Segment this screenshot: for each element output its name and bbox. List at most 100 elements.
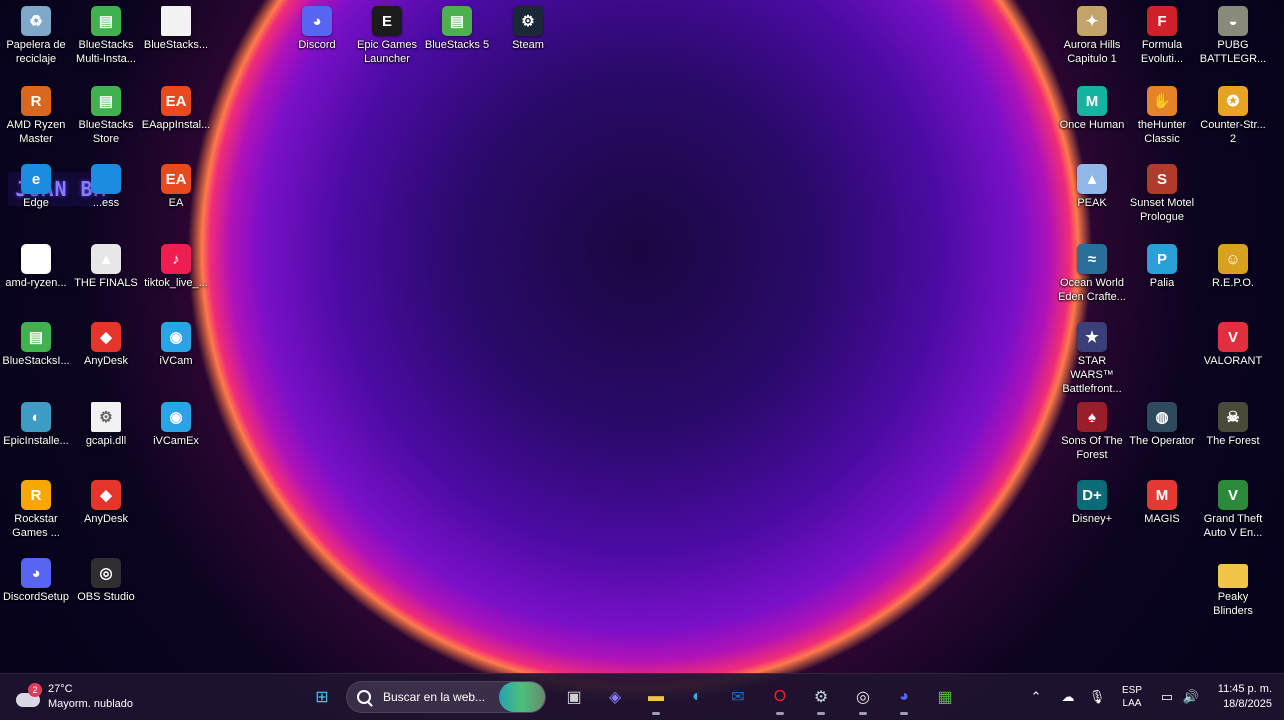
desktop-icon-label: OBS Studio [77, 591, 135, 603]
desktop-icon[interactable]: ♻ Papelera de reciclaje [0, 6, 72, 66]
clock[interactable]: 11:45 p. m. 18/8/2025 [1208, 682, 1272, 712]
installer-icon: ◐ [21, 402, 51, 432]
desktop-icon[interactable]: ▤ BlueStacks Multi-Insta... [70, 6, 142, 66]
desktop-icon[interactable]: E Epic Games Launcher [351, 6, 423, 66]
desktop-icon[interactable]: ◎ OBS Studio [70, 558, 142, 604]
network-icon[interactable]: ▭ [1158, 682, 1176, 712]
desktop-icon[interactable]: ☠ The Forest [1197, 402, 1269, 448]
desktop-icon[interactable]: ★ STAR WARS™ Battlefront... [1056, 322, 1128, 396]
taskbar-obs[interactable]: ◎ [847, 681, 879, 715]
desktop-icon[interactable]: F Formula Evoluti... [1126, 6, 1198, 66]
desktop-icon[interactable]: ♠ Sons Of The Forest [1056, 402, 1128, 462]
desktop-icon[interactable]: ◕ DiscordSetup [0, 558, 72, 604]
weather-widget[interactable]: 2 27°C Mayorm. nublado [14, 680, 133, 714]
desktop-icon[interactable]: ⚙ Steam [492, 6, 564, 52]
desktop-icon[interactable]: ◐ EpicInstalle... [0, 402, 72, 448]
taskbar-minecraft[interactable]: ▦ [929, 681, 961, 713]
disney-plus-icon: D+ [1077, 480, 1107, 510]
desktop-icon[interactable]: ▤ BlueStacks 5 [421, 6, 493, 52]
taskbar-steam[interactable]: ⚙ [805, 681, 837, 715]
desktop-icon[interactable]: ◍ The Operator [1126, 402, 1198, 448]
desktop-icon[interactable]: ▤ BlueStacks Store [70, 86, 142, 146]
steam-icon: ⚙ [813, 689, 829, 706]
desktop-icon[interactable]: ▤ BlueStacksI... [0, 322, 72, 368]
desktop-icon[interactable]: ✪ Counter-Str... 2 [1197, 86, 1269, 146]
desktop-icon-label: tiktok_live_... [144, 277, 208, 289]
desktop-icon-label: Counter-Str... 2 [1200, 119, 1266, 145]
anydesk-icon: ◆ [91, 480, 121, 510]
desktop-icon-label: AMD Ryzen Master [6, 119, 66, 145]
desktop-icon-label: EA [168, 197, 184, 209]
file-icon [161, 6, 191, 36]
desktop-icon[interactable]: ✦ Aurora Hills Capitulo 1 [1056, 6, 1128, 66]
taskbar-opera[interactable]: O [764, 681, 796, 715]
microphone-icon[interactable]: 🎙 [1088, 682, 1106, 712]
desktop-icon-label: amd-ryzen... [5, 277, 67, 289]
volume-icon[interactable]: 🔊 [1181, 682, 1201, 712]
discord-icon: ◕ [302, 6, 332, 36]
desktop-icon[interactable]: ▲ PEAK [1056, 164, 1128, 210]
valorant-icon: V [1218, 322, 1248, 352]
desktop-icon-label: THE FINALS [74, 277, 138, 289]
desktop-icon[interactable]: ▲ THE FINALS [70, 244, 142, 290]
cloud-off-icon[interactable]: ☁ [1058, 682, 1078, 712]
taskbar-file-explorer[interactable]: ▬ [640, 681, 672, 715]
desktop-icon[interactable]: EA EA [140, 164, 212, 210]
desktop-icon[interactable]: P Palia [1126, 244, 1198, 290]
taskbar-edge[interactable]: ◐ [681, 681, 713, 713]
search-input[interactable] [381, 689, 505, 705]
desktop-icon-label: iVCamEx [153, 435, 199, 447]
desktop-icon[interactable]: M MAGIS [1126, 480, 1198, 526]
desktop-icon[interactable]: V VALORANT [1197, 322, 1269, 368]
weather-badge: 2 [28, 683, 42, 697]
show-hidden-icons-chevron-up-icon[interactable]: ⌃ [1028, 682, 1044, 712]
desktop-icon[interactable]: R AMD Ryzen Master [0, 86, 72, 146]
desktop-icon[interactable]: ◆ AnyDesk [70, 480, 142, 526]
outlook-icon: ✉ [731, 689, 745, 706]
desktop-icon[interactable]: BlueStacks... [140, 6, 212, 52]
desktop-icon[interactable]: ...ess [70, 164, 142, 210]
taskbar-outlook[interactable]: ✉ [722, 681, 754, 713]
desktop-icon[interactable]: Peaky Blinders [1197, 558, 1269, 618]
desktop-icon-label: gcapi.dll [85, 435, 127, 447]
search-box[interactable] [346, 681, 546, 713]
desktop-icon[interactable]: ◕ Discord [281, 6, 353, 52]
game-icon: ▲ [1077, 164, 1107, 194]
search-icon [357, 690, 371, 704]
desktop-icon[interactable]: D+ Disney+ [1056, 480, 1128, 526]
desktop-icon[interactable]: ◉ iVCam [140, 322, 212, 368]
desktop-icon[interactable]: e Edge [0, 164, 72, 210]
desktop-icon[interactable]: R Rockstar Games ... [0, 480, 72, 540]
desktop-icon-label: PEAK [1077, 197, 1107, 209]
desktop-icon[interactable]: ☺ R.E.P.O. [1197, 244, 1269, 290]
desktop-icon[interactable]: ✋ theHunter Classic [1126, 86, 1198, 146]
desktop-icon[interactable]: ⚙ gcapi.dll [70, 402, 142, 448]
language-indicator[interactable]: ESP LAA [1116, 682, 1148, 712]
desktop-icon[interactable]: ◣ amd-ryzen... [0, 244, 72, 290]
desktop-icon[interactable]: EA EAappInstal... [140, 86, 212, 132]
windows-start-icon: ⊞ [315, 689, 329, 706]
desktop-icon[interactable]: S Sunset Motel Prologue [1126, 164, 1198, 224]
desktop-icon[interactable]: ◉ iVCamEx [140, 402, 212, 448]
desktop-icon-label: BlueStacks Store [78, 119, 134, 145]
desktop-icon-label: BlueStacksI... [2, 355, 70, 367]
desktop-icon[interactable]: ≈ Ocean World Eden Crafte... [1056, 244, 1128, 304]
taskbar-discord[interactable]: ◕ [888, 681, 920, 715]
desktop-icon-label: Edge [23, 197, 49, 209]
desktop-icon-label: BlueStacks Multi-Insta... [76, 39, 136, 65]
taskbar-file-explorer-gray[interactable]: ▣ [558, 681, 590, 713]
obs-icon: ◎ [91, 558, 121, 588]
desktop-icon[interactable]: M Once Human [1056, 86, 1128, 132]
edge-icon: ◐ [692, 688, 702, 705]
start-button[interactable]: ⊞ [306, 681, 338, 713]
desktop-icon[interactable]: V Grand Theft Auto V En... [1197, 480, 1269, 540]
desktop-icon[interactable]: ◆ AnyDesk [70, 322, 142, 368]
clock-date: 18/8/2025 [1223, 698, 1272, 710]
desktop-icon[interactable]: ◒ PUBG BATTLEGR... [1197, 6, 1269, 66]
weather-desc: Mayorm. nublado [48, 698, 133, 710]
anydesk-icon: ◆ [91, 322, 121, 352]
task-view-icon: ▣ [566, 689, 582, 706]
taskbar-copilot[interactable]: ◈ [599, 681, 631, 713]
desktop-icon[interactable]: ♪ tiktok_live_... [140, 244, 212, 290]
desktop-icon-label: DiscordSetup [2, 591, 70, 603]
